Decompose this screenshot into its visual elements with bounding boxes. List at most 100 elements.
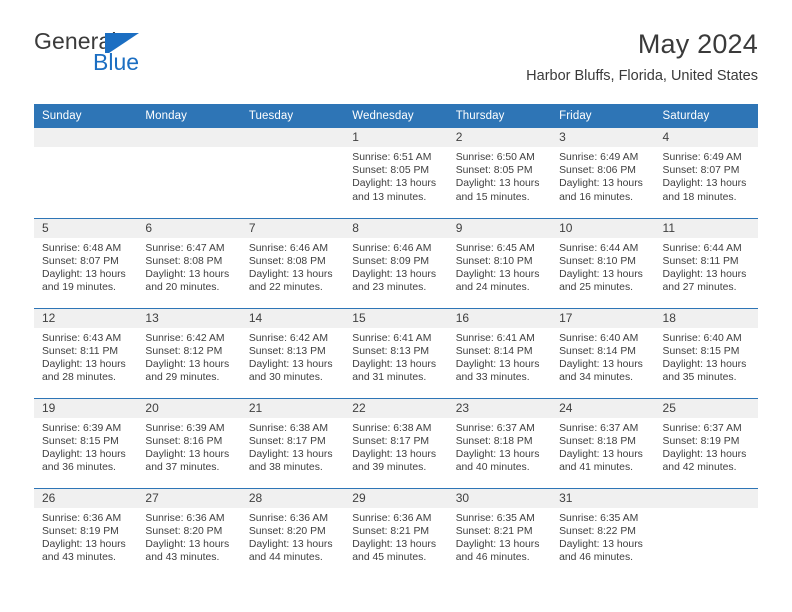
day-details: Sunrise: 6:42 AM Sunset: 8:12 PM Daylight:… xyxy=(137,328,240,385)
daylight-text: Daylight: 13 hours and 40 minutes. xyxy=(455,448,540,474)
sunrise-text: Sunrise: 6:43 AM xyxy=(42,332,122,344)
sunset-text: Sunset: 8:11 PM xyxy=(662,255,739,267)
daylight-text: Daylight: 13 hours and 27 minutes. xyxy=(662,268,747,294)
sunrise-text: Sunrise: 6:36 AM xyxy=(42,512,122,524)
day-number: 21 xyxy=(240,398,345,418)
calendar-day-cell[interactable]: 2 Sunrise: 6:50 AM Sunset: 8:05 PM Daylight… xyxy=(447,128,552,218)
day-details: Sunrise: 6:36 AM Sunset: 8:20 PM Daylight:… xyxy=(241,508,344,565)
calendar-day-cell[interactable]: 22 Sunrise: 6:38 AM Sunset: 8:17 PM Dayligh… xyxy=(344,397,448,488)
day-number: 26 xyxy=(34,488,138,508)
calendar-day-cell[interactable]: 25 Sunrise: 6:37 AM Sunset: 8:19 PM Dayligh… xyxy=(654,397,758,488)
daylight-text: Daylight: 13 hours and 19 minutes. xyxy=(42,268,126,294)
sunrise-text: Sunrise: 6:49 AM xyxy=(559,152,639,163)
calendar-day-cell[interactable]: 10 Sunrise: 6:44 AM Sunset: 8:10 PM Dayligh… xyxy=(551,217,655,308)
sunset-text: Sunset: 8:05 PM xyxy=(455,165,533,177)
sunset-text: Sunset: 8:08 PM xyxy=(248,255,326,267)
day-details: Sunrise: 6:46 AM Sunset: 8:08 PM Daylight:… xyxy=(241,238,344,295)
calendar-cell-empty xyxy=(34,128,138,218)
calendar-day-cell[interactable]: 7 Sunrise: 6:46 AM Sunset: 8:08 PM Daylight… xyxy=(240,217,345,308)
day-number: 12 xyxy=(34,308,138,328)
location-subtitle: Harbor Bluffs, Florida, United States xyxy=(526,68,758,84)
day-number: 6 xyxy=(137,218,241,238)
calendar-day-cell[interactable]: 12 Sunrise: 6:43 AM Sunset: 8:11 PM Dayligh… xyxy=(34,307,138,398)
sunset-text: Sunset: 8:18 PM xyxy=(559,435,636,447)
calendar-day-cell[interactable]: 20 Sunrise: 6:39 AM Sunset: 8:16 PM Dayligh… xyxy=(137,397,241,488)
day-details: Sunrise: 6:50 AM Sunset: 8:05 PM Daylight:… xyxy=(448,147,551,204)
day-details: Sunrise: 6:40 AM Sunset: 8:14 PM Daylight:… xyxy=(551,328,654,385)
calendar-day-cell[interactable]: 17 Sunrise: 6:40 AM Sunset: 8:14 PM Dayligh… xyxy=(551,307,655,398)
day-number: 7 xyxy=(240,218,345,238)
day-details: Sunrise: 6:37 AM Sunset: 8:18 PM Daylight:… xyxy=(448,418,551,475)
day-number: 16 xyxy=(447,308,552,328)
weekday-header-row: Sunday Monday Tuesday Wednesday Thursday… xyxy=(34,104,758,128)
sunrise-text: Sunrise: 6:51 AM xyxy=(352,152,432,163)
sunrise-text: Sunrise: 6:50 AM xyxy=(455,152,535,163)
day-number: 20 xyxy=(137,398,241,418)
calendar-day-cell[interactable]: 11 Sunrise: 6:44 AM Sunset: 8:11 PM Dayligh… xyxy=(654,217,758,308)
calendar-cell-empty xyxy=(137,128,241,218)
calendar-day-cell[interactable]: 6 Sunrise: 6:47 AM Sunset: 8:08 PM Daylight… xyxy=(137,217,241,308)
calendar-day-cell[interactable]: 15 Sunrise: 6:41 AM Sunset: 8:13 PM Dayligh… xyxy=(344,307,448,398)
day-details: Sunrise: 6:49 AM Sunset: 8:06 PM Daylight:… xyxy=(551,147,654,204)
sunset-text: Sunset: 8:05 PM xyxy=(352,165,430,177)
day-number: 4 xyxy=(654,128,758,147)
day-details: Sunrise: 6:51 AM Sunset: 8:05 PM Daylight:… xyxy=(344,147,447,204)
day-details: Sunrise: 6:36 AM Sunset: 8:19 PM Daylight:… xyxy=(34,508,137,565)
day-details: Sunrise: 6:39 AM Sunset: 8:15 PM Daylight:… xyxy=(34,418,137,475)
sunset-text: Sunset: 8:11 PM xyxy=(42,345,119,357)
daylight-text: Daylight: 13 hours and 43 minutes. xyxy=(42,538,126,564)
day-number: 30 xyxy=(447,488,552,508)
calendar-day-cell[interactable]: 24 Sunrise: 6:37 AM Sunset: 8:18 PM Dayligh… xyxy=(551,397,655,488)
day-number: 28 xyxy=(240,488,345,508)
general-blue-logo[interactable]: General Blue xyxy=(34,30,194,78)
sunset-text: Sunset: 8:12 PM xyxy=(145,345,223,357)
day-details: Sunrise: 6:39 AM Sunset: 8:16 PM Daylight:… xyxy=(137,418,240,475)
calendar-day-cell[interactable]: 19 Sunrise: 6:39 AM Sunset: 8:15 PM Dayligh… xyxy=(34,397,138,488)
calendar-day-cell[interactable]: 31 Sunrise: 6:35 AM Sunset: 8:22 PM Dayligh… xyxy=(551,487,655,578)
day-details: Sunrise: 6:41 AM Sunset: 8:14 PM Daylight:… xyxy=(448,328,551,385)
calendar-day-cell[interactable]: 3 Sunrise: 6:49 AM Sunset: 8:06 PM Daylight… xyxy=(551,128,655,218)
calendar-day-cell[interactable]: 4 Sunrise: 6:49 AM Sunset: 8:07 PM Daylight… xyxy=(654,128,758,218)
calendar-day-cell[interactable]: 30 Sunrise: 6:35 AM Sunset: 8:21 PM Dayligh… xyxy=(447,487,552,578)
calendar-day-cell[interactable]: 27 Sunrise: 6:36 AM Sunset: 8:20 PM Dayligh… xyxy=(137,487,241,578)
day-number: 24 xyxy=(551,398,655,418)
sunrise-text: Sunrise: 6:36 AM xyxy=(248,512,328,524)
weekday-header-wednesday: Wednesday xyxy=(344,104,448,128)
calendar-day-cell[interactable]: 13 Sunrise: 6:42 AM Sunset: 8:12 PM Dayligh… xyxy=(137,307,241,398)
calendar-day-cell[interactable]: 18 Sunrise: 6:40 AM Sunset: 8:15 PM Dayligh… xyxy=(654,307,758,398)
daylight-text: Daylight: 13 hours and 36 minutes. xyxy=(42,448,126,474)
daylight-text: Daylight: 13 hours and 46 minutes. xyxy=(455,538,540,564)
sunset-text: Sunset: 8:07 PM xyxy=(42,255,119,267)
sunset-text: Sunset: 8:14 PM xyxy=(559,345,636,357)
sunrise-text: Sunrise: 6:44 AM xyxy=(559,242,639,254)
calendar-day-cell[interactable]: 29 Sunrise: 6:36 AM Sunset: 8:21 PM Dayligh… xyxy=(344,487,448,578)
daylight-text: Daylight: 13 hours and 42 minutes. xyxy=(662,448,747,474)
calendar-day-cell[interactable]: 23 Sunrise: 6:37 AM Sunset: 8:18 PM Dayligh… xyxy=(447,397,552,488)
day-number: 17 xyxy=(551,308,655,328)
sunset-text: Sunset: 8:10 PM xyxy=(455,255,533,267)
calendar-day-cell[interactable]: 5 Sunrise: 6:48 AM Sunset: 8:07 PM Daylight… xyxy=(34,217,138,308)
calendar-day-cell[interactable]: 16 Sunrise: 6:41 AM Sunset: 8:14 PM Dayligh… xyxy=(447,307,552,398)
day-number: 5 xyxy=(34,218,138,238)
sunrise-text: Sunrise: 6:41 AM xyxy=(352,332,432,344)
logo-word-blue: Blue xyxy=(93,49,140,75)
calendar-day-cell[interactable]: 28 Sunrise: 6:36 AM Sunset: 8:20 PM Dayligh… xyxy=(240,487,345,578)
day-number xyxy=(240,128,345,147)
daylight-text: Daylight: 13 hours and 44 minutes. xyxy=(248,538,333,564)
calendar-day-cell[interactable]: 1 Sunrise: 6:51 AM Sunset: 8:05 PM Daylight… xyxy=(344,128,448,218)
day-details: Sunrise: 6:35 AM Sunset: 8:22 PM Daylight:… xyxy=(551,508,654,565)
daylight-text: Daylight: 13 hours and 29 minutes. xyxy=(145,358,230,384)
calendar-cell-empty xyxy=(654,487,758,578)
calendar-day-cell[interactable]: 8 Sunrise: 6:46 AM Sunset: 8:09 PM Daylight… xyxy=(344,217,448,308)
day-details: Sunrise: 6:44 AM Sunset: 8:10 PM Daylight:… xyxy=(551,238,654,295)
sunrise-text: Sunrise: 6:42 AM xyxy=(145,332,225,344)
sunset-text: Sunset: 8:13 PM xyxy=(248,345,326,357)
sunrise-text: Sunrise: 6:36 AM xyxy=(145,512,225,524)
day-number xyxy=(137,128,241,147)
calendar-day-cell[interactable]: 14 Sunrise: 6:42 AM Sunset: 8:13 PM Dayligh… xyxy=(240,307,345,398)
calendar-day-cell[interactable]: 9 Sunrise: 6:45 AM Sunset: 8:10 PM Daylight… xyxy=(447,217,552,308)
calendar-day-cell[interactable]: 26 Sunrise: 6:36 AM Sunset: 8:19 PM Dayligh… xyxy=(34,487,138,578)
day-number: 18 xyxy=(654,308,758,328)
sunrise-text: Sunrise: 6:35 AM xyxy=(559,512,639,524)
calendar-day-cell[interactable]: 21 Sunrise: 6:38 AM Sunset: 8:17 PM Dayligh… xyxy=(240,397,345,488)
